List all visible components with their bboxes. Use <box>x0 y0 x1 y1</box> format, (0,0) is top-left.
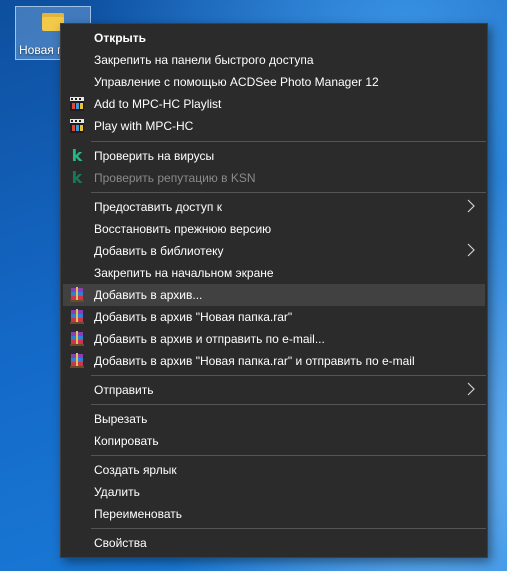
menu-separator <box>91 192 486 193</box>
chevron-right-icon <box>467 199 475 213</box>
menu-separator <box>91 141 486 142</box>
menu-item-label: Добавить в архив "Новая папка.rar" <box>94 310 293 324</box>
menu-item-cut[interactable]: Вырезать <box>63 408 485 430</box>
menu-item-add-to-library[interactable]: Добавить в библиотеку <box>63 240 485 262</box>
chevron-right-icon <box>467 243 475 257</box>
menu-item-copy[interactable]: Копировать <box>63 430 485 452</box>
menu-item-label: Предоставить доступ к <box>94 200 222 214</box>
menu-item-restore-version[interactable]: Восстановить прежнюю версию <box>63 218 485 240</box>
menu-item-delete[interactable]: Удалить <box>63 481 485 503</box>
menu-item-label: Проверить репутацию в KSN <box>94 171 256 185</box>
winrar-icon <box>70 353 84 368</box>
menu-item-label: Удалить <box>94 485 140 499</box>
menu-item-label: Закрепить на панели быстрого доступа <box>94 53 314 67</box>
menu-separator <box>91 528 486 529</box>
menu-item-properties[interactable]: Свойства <box>63 532 485 554</box>
menu-item-create-shortcut[interactable]: Создать ярлык <box>63 459 485 481</box>
menu-item-label: Свойства <box>94 536 147 550</box>
chevron-right-icon <box>467 382 475 396</box>
menu-item-archive-email[interactable]: Добавить в архив и отправить по e-mail..… <box>63 328 485 350</box>
winrar-icon <box>70 331 84 346</box>
menu-item-label: Проверить на вирусы <box>94 149 215 163</box>
menu-item-label: Управление с помощью ACDSee Photo Manage… <box>94 75 379 89</box>
menu-item-play-mpc[interactable]: Play with MPC-HC <box>63 115 485 137</box>
menu-item-label: Закрепить на начальном экране <box>94 266 274 280</box>
folder-label: Новая п <box>19 43 64 57</box>
menu-item-acdsee[interactable]: Управление с помощью ACDSee Photo Manage… <box>63 71 485 93</box>
mpc-hc-icon <box>70 97 84 111</box>
menu-item-add-archive-named[interactable]: Добавить в архив "Новая папка.rar" <box>63 306 485 328</box>
menu-item-label: Add to MPC-HC Playlist <box>94 97 222 111</box>
menu-item-label: Вырезать <box>94 412 148 426</box>
menu-separator <box>91 455 486 456</box>
menu-item-label: Добавить в архив... <box>94 288 203 302</box>
menu-item-scan-viruses[interactable]: k Проверить на вирусы <box>63 145 485 167</box>
menu-item-label: Добавить в архив и отправить по e-mail..… <box>94 332 325 346</box>
kaspersky-icon: k <box>71 168 83 187</box>
menu-item-label: Создать ярлык <box>94 463 177 477</box>
winrar-icon <box>70 287 84 302</box>
menu-item-label: Отправить <box>94 383 154 397</box>
menu-item-rename[interactable]: Переименовать <box>63 503 485 525</box>
menu-item-add-mpc-playlist[interactable]: Add to MPC-HC Playlist <box>63 93 485 115</box>
menu-item-pin-quick-access[interactable]: Закрепить на панели быстрого доступа <box>63 49 485 71</box>
winrar-icon <box>70 309 84 324</box>
menu-item-pin-start[interactable]: Закрепить на начальном экране <box>63 262 485 284</box>
menu-item-label: Переименовать <box>94 507 182 521</box>
menu-item-label: Добавить в архив "Новая папка.rar" и отп… <box>94 354 415 368</box>
menu-item-archive-named-email[interactable]: Добавить в архив "Новая папка.rar" и отп… <box>63 350 485 372</box>
kaspersky-icon: k <box>71 146 83 165</box>
menu-separator <box>91 375 486 376</box>
menu-item-label: Открыть <box>94 31 147 45</box>
menu-item-send-to[interactable]: Отправить <box>63 379 485 401</box>
menu-separator <box>91 404 486 405</box>
menu-item-give-access[interactable]: Предоставить доступ к <box>63 196 485 218</box>
menu-item-label: Play with MPC-HC <box>94 119 194 133</box>
menu-item-check-ksn: k Проверить репутацию в KSN <box>63 167 485 189</box>
menu-item-label: Добавить в библиотеку <box>94 244 224 258</box>
menu-item-open[interactable]: Открыть <box>63 27 485 49</box>
menu-item-label: Восстановить прежнюю версию <box>94 222 272 236</box>
menu-item-label: Копировать <box>94 434 159 448</box>
mpc-hc-icon <box>70 119 84 133</box>
menu-item-add-archive[interactable]: Добавить в архив... <box>63 284 485 306</box>
context-menu: Открыть Закрепить на панели быстрого дос… <box>60 23 488 558</box>
